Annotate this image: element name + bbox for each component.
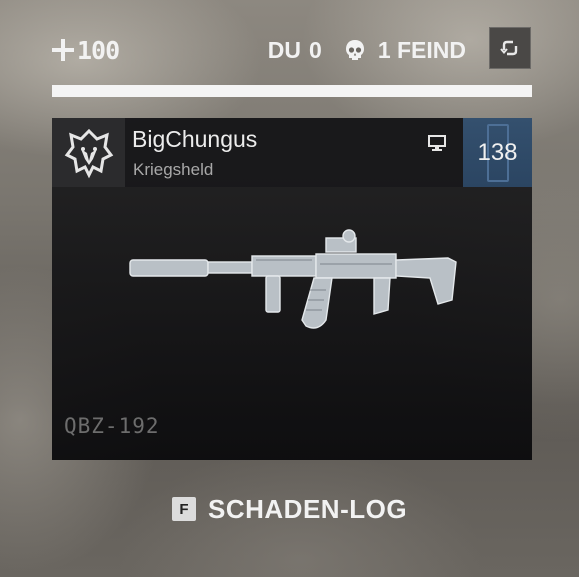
weapon-name: QBZ-192 <box>64 414 160 438</box>
monitor-icon <box>428 135 446 151</box>
weapon-image <box>129 229 457 329</box>
top-hud: 100 DU 0 1 FEIND <box>0 0 579 100</box>
swap-icon <box>500 40 518 56</box>
swap-button[interactable] <box>489 27 531 69</box>
health-bar <box>52 85 532 97</box>
rank-badge: 138 <box>463 118 532 187</box>
own-count-label: DU <box>267 36 302 63</box>
enemy-count-label: 1 FEIND <box>377 36 466 63</box>
kill-score: DU 0 1 FEIND <box>268 33 466 67</box>
skull-icon <box>345 40 364 60</box>
rank-number: 138 <box>477 138 518 166</box>
key-hint: F <box>172 497 196 521</box>
plus-icon <box>52 39 74 61</box>
damage-log-label: SCHADEN-LOG <box>208 493 408 524</box>
damage-log-button[interactable]: F SCHADEN-LOG <box>172 493 407 525</box>
wolf-emblem-icon <box>52 118 125 187</box>
health-display: 100 <box>52 33 120 67</box>
player-title: Kriegsheld <box>133 160 214 179</box>
killer-card: BigChungus Kriegsheld 138 QBZ-192 <box>52 118 532 460</box>
killer-header: BigChungus Kriegsheld 138 <box>52 118 532 187</box>
own-count: 0 <box>309 36 322 63</box>
player-name: BigChungus <box>132 126 258 152</box>
health-value: 100 <box>77 35 120 65</box>
